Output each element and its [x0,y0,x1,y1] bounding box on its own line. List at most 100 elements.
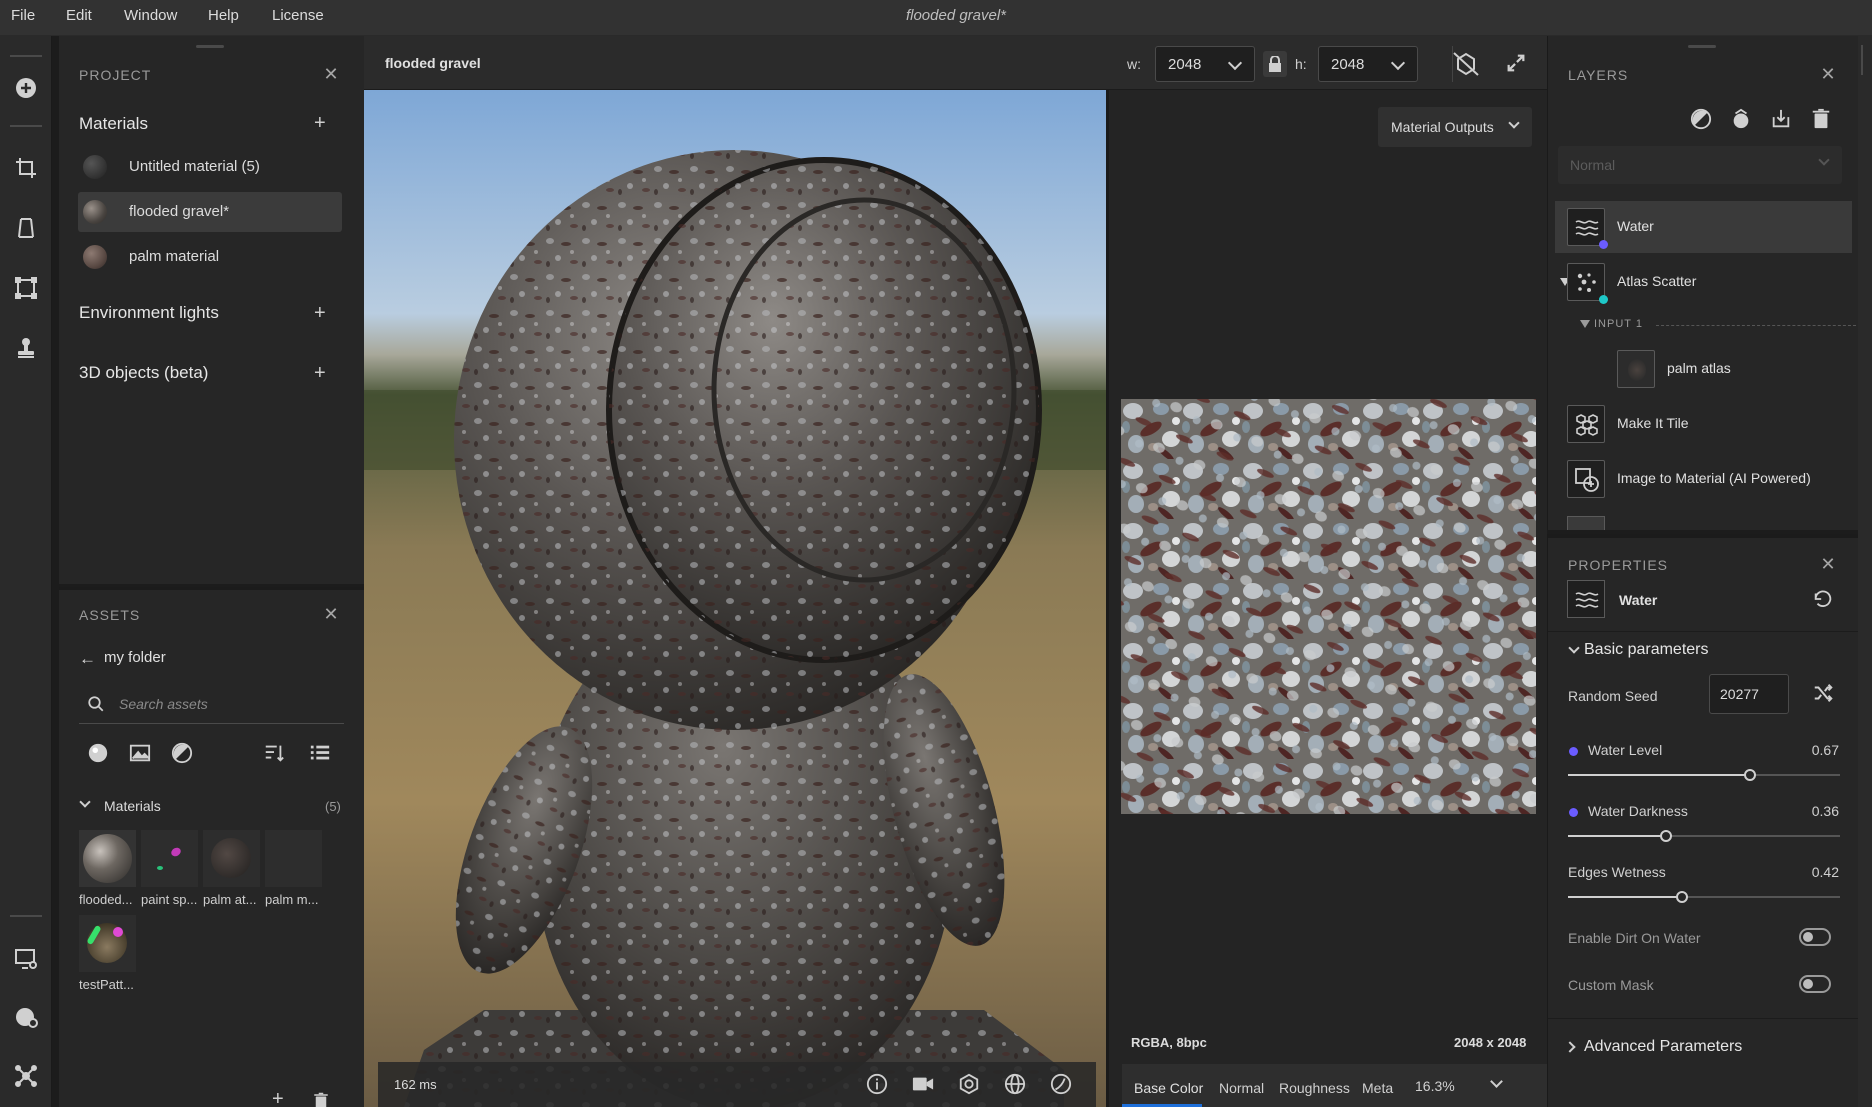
transform-icon[interactable] [11,273,41,303]
trash-icon[interactable] [1810,108,1832,133]
custom-mask-toggle[interactable] [1799,975,1831,993]
chevron-down-icon[interactable] [79,796,91,808]
random-seed-input[interactable]: 20277 [1709,674,1789,714]
fullscreen-icon[interactable] [1505,52,1527,77]
menu-edit[interactable]: Edit [66,0,92,34]
channel-tab-roughness[interactable]: Roughness [1279,1080,1350,1096]
water-level-slider[interactable] [1568,769,1840,781]
crop-icon[interactable] [11,153,41,183]
view-mode-icon[interactable] [1452,51,1480,80]
display-settings-icon[interactable] [11,944,41,974]
lighting-icon[interactable] [1050,1073,1072,1098]
close-icon[interactable]: ✕ [1820,555,1836,573]
blend-mode-select[interactable]: Normal [1558,146,1842,184]
asset-tile[interactable] [141,830,198,887]
height-select[interactable]: 2048 [1318,46,1418,82]
sort-icon[interactable] [263,742,285,767]
shape-icon[interactable] [958,1073,980,1098]
image-filter-icon[interactable] [129,742,151,767]
filter-layer-icon[interactable] [1690,108,1712,133]
search-field[interactable]: Search assets [79,686,344,724]
channel-tab-base-color[interactable]: Base Color [1134,1080,1203,1096]
list-view-icon[interactable] [309,742,331,767]
basic-parameters-heading[interactable]: Basic parameters [1584,641,1709,659]
channel-tab-normal[interactable]: Normal [1219,1080,1264,1096]
add-object-icon[interactable]: + [314,363,326,383]
layer-row-make-it-tile[interactable]: Make It Tile [1555,398,1852,450]
channel-tab-meta[interactable]: Meta [1362,1080,1393,1096]
texture-resolution: 2048 x 2048 [1454,1035,1527,1050]
panel-grip[interactable] [196,45,224,48]
add-environment-icon[interactable]: + [314,303,326,323]
zoom-value[interactable]: 16.3% [1415,1078,1455,1094]
asset-tile[interactable] [265,830,322,887]
reset-icon[interactable] [1812,588,1834,613]
asset-label: flooded... [79,892,133,907]
materials-heading: Materials [79,114,148,133]
trash-icon[interactable] [312,1092,330,1107]
add-icon[interactable] [11,73,41,103]
export-icon[interactable] [1770,108,1792,133]
assets-section-label: Materials [104,798,161,814]
material-item[interactable]: flooded gravel* [78,192,342,232]
back-arrow-icon[interactable]: ← [79,649,96,669]
layer-row-atlas-scatter[interactable]: Atlas Scatter [1555,256,1852,308]
material-item[interactable]: Untitled material (5) [78,147,342,187]
chevron-down-icon[interactable] [1568,642,1580,654]
material-item[interactable]: palm material [78,237,342,277]
stamp-icon[interactable] [11,333,41,363]
menu-window[interactable]: Window [124,0,177,34]
water-darkness-value: 0.36 [1811,803,1839,819]
shuffle-icon[interactable] [1812,682,1834,707]
asset-tile[interactable] [203,830,260,887]
panel-grip[interactable] [1861,45,1863,75]
material-outputs-select[interactable]: Material Outputs [1378,107,1532,147]
camera-icon[interactable] [912,1073,934,1098]
close-icon[interactable]: ✕ [323,605,339,623]
properties-panel: PROPERTIES ✕ Water Basic parameters Rand… [1547,534,1859,1107]
viewport-header: flooded gravel w: 2048 h: 2048 [364,36,1547,90]
asset-tile[interactable] [79,830,136,887]
param-dot [1569,747,1578,756]
project-title: PROJECT [79,67,152,83]
close-icon[interactable]: ✕ [1820,65,1836,83]
chevron-down-icon[interactable] [1490,1075,1503,1088]
chevron-down-icon [1390,55,1406,71]
menu-help[interactable]: Help [208,0,239,34]
advanced-parameters-heading[interactable]: Advanced Parameters [1584,1038,1742,1056]
layer-row-image-to-material[interactable]: Image to Material (AI Powered) [1555,453,1852,505]
environment-settings-icon[interactable] [11,1002,41,1032]
water-darkness-slider[interactable] [1568,830,1840,842]
2d-viewport[interactable]: Material Outputs RGBA, 8bpc 2048 x 2048 … [1106,90,1550,1107]
slider-knob[interactable] [1676,891,1689,903]
panel-grip[interactable] [1688,45,1716,48]
info-icon[interactable] [866,1073,888,1098]
menu-file[interactable]: File [11,0,35,34]
width-select[interactable]: 2048 [1155,46,1255,82]
param-dot [1569,808,1578,817]
layer-row-palm-atlas[interactable]: palm atlas [1605,343,1852,395]
enable-dirt-toggle[interactable] [1799,928,1831,946]
globe-icon[interactable] [1004,1073,1026,1098]
layer-row-water[interactable]: Water [1555,201,1852,253]
add-asset-icon[interactable]: + [272,1089,284,1107]
asset-tile[interactable] [79,915,136,972]
slider-knob[interactable] [1659,830,1672,842]
expand-arrow-icon[interactable] [1580,320,1590,328]
3d-viewport[interactable]: 162 ms [364,90,1106,1107]
fill-layer-icon[interactable] [1730,108,1752,133]
lock-icon[interactable] [1263,51,1287,77]
filter-generator-icon[interactable] [171,742,193,767]
material-filter-icon[interactable] [87,742,109,767]
nodes-icon[interactable] [11,1061,41,1091]
close-icon[interactable]: ✕ [323,65,339,83]
perspective-icon[interactable] [11,213,41,243]
objects-heading: 3D objects (beta) [79,363,209,382]
chevron-right-icon[interactable] [1564,1041,1576,1053]
menu-license[interactable]: License [272,0,324,34]
slider-knob[interactable] [1744,769,1757,781]
add-material-icon[interactable]: + [314,113,326,133]
edges-wetness-label: Edges Wetness [1568,864,1666,880]
random-seed-label: Random Seed [1568,688,1658,704]
edges-wetness-slider[interactable] [1568,891,1840,903]
